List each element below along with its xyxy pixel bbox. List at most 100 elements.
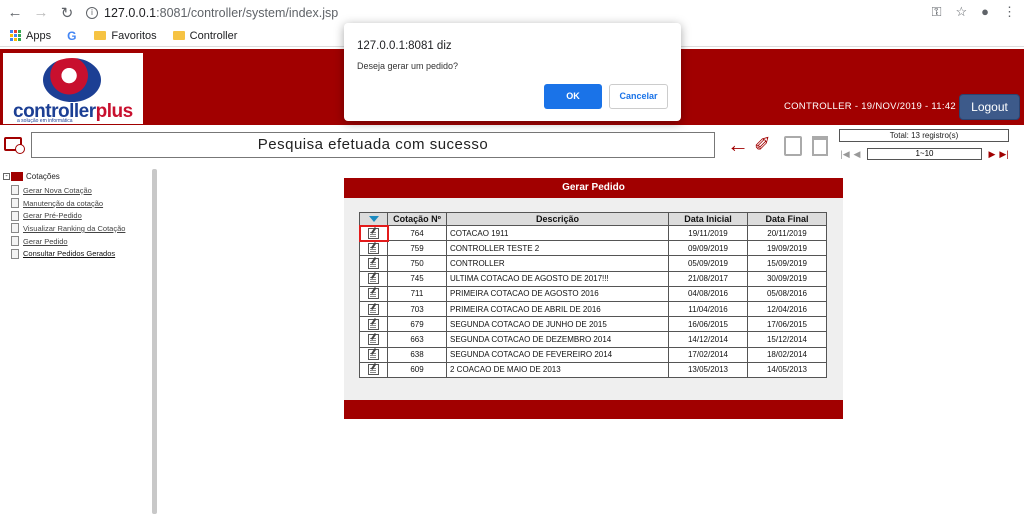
table-row[interactable]: 750 CONTROLLER 05/09/2019 15/09/2019 [359,255,827,272]
tree-root[interactable]: - Cotações [3,172,60,181]
table-row[interactable]: 745 ULTIMA COTACAO DE AGOSTO DE 2017!!! 21… [359,270,827,287]
star-icon[interactable]: ☆ [955,4,967,20]
row-action-cell[interactable] [359,346,388,363]
sidebar-item-visualizar-ranking[interactable]: Visualizar Ranking da Cotação [11,222,125,235]
bookmark-label: Favoritos [111,29,157,42]
edit-document-icon[interactable] [368,303,379,315]
row-action-cell[interactable] [359,270,388,287]
cotacao-description: PRIMEIRA COTACAO DE ABRIL DE 2016 [446,300,669,318]
save-icon[interactable] [784,136,802,156]
row-action-cell[interactable] [359,331,388,348]
reload-icon[interactable]: ↻ [56,4,78,22]
menu-dots-icon[interactable]: ⋮ [1003,4,1016,20]
key-icon[interactable]: ⚿ [932,4,942,20]
collapse-icon[interactable]: - [3,173,10,180]
edit-document-icon[interactable] [368,273,379,285]
apps-grid-icon [10,30,21,41]
edit-document-icon[interactable] [368,257,379,269]
row-action-cell[interactable] [359,361,388,378]
ok-button[interactable]: OK [544,84,602,109]
folder-icon [172,31,185,40]
table-row[interactable]: 663 SEGUNDA COTACAO DE DEZEMBRO 2014 14/12… [359,331,827,348]
dialog-title: 127.0.0.1:8081 diz [357,40,452,52]
row-action-cell[interactable] [359,285,388,302]
row-action-cell[interactable] [359,316,388,333]
pager: |◀ ◀ 1~10 ▶ ▶| [839,147,1024,161]
bookmark-apps[interactable]: Apps [10,30,51,42]
edit-document-icon[interactable] [368,318,379,330]
cotacao-table: Cotação Nº Descrição Data Inicial Data F… [358,212,827,378]
next-page-icon[interactable]: ▶ [986,149,998,160]
sidebar-scrollbar[interactable] [152,169,157,514]
gerar-pedido-panel: Gerar Pedido Cotação Nº Descrição Data I… [344,178,843,419]
column-header[interactable]: Cotação Nº [387,212,447,226]
row-action-cell[interactable] [358,224,389,242]
prev-page-icon[interactable]: ◀ [851,149,863,160]
cotacao-description: CONTROLLER [446,255,669,272]
sidebar-item-gerar-pre-pedido[interactable]: Gerar Pré-Pedido [11,209,125,222]
column-header[interactable]: Descrição [446,212,669,226]
document-icon [11,223,19,234]
column-header[interactable]: Data Final [747,212,827,226]
cotacao-description: ULTIMA COTACAO DE AGOSTO DE 2017!!! [446,270,669,287]
end-date: 15/12/2014 [747,331,827,348]
folder-icon [11,172,23,181]
logout-button[interactable]: Logout [959,94,1020,120]
table-row[interactable]: 638 SEGUNDA COTACAO DE FEVEREIRO 2014 17/0… [359,346,827,363]
sidebar-item-gerar-nova-cotacao[interactable]: Gerar Nova Cotação [11,184,125,197]
table-row[interactable]: 764 COTACAO 1911 19/11/2019 20/11/2019 [358,224,827,242]
bookmark-favoritos[interactable]: Favoritos [94,29,157,42]
cancel-button[interactable]: Cancelar [609,84,668,109]
edit-document-icon[interactable] [368,288,379,300]
edit-document-icon[interactable] [368,242,379,254]
cotacao-description: SEGUNDA COTACAO DE DEZEMBRO 2014 [446,331,669,348]
table-row[interactable]: 703 PRIMEIRA COTACAO DE ABRIL DE 2016 11/0… [359,300,827,318]
browser-toolbar: ← → ↻ i 127.0.0.1:8081/controller/system… [0,0,1024,25]
edit-document-icon[interactable] [368,364,379,376]
table-row[interactable]: 609 2 COACAO DE MAIO DE 2013 13/05/2013 14/… [359,361,827,378]
confirm-dialog: 127.0.0.1:8081 diz Deseja gerar um pedid… [344,23,681,121]
broom-icon[interactable]: ✐ [754,133,771,157]
edit-document-icon[interactable] [368,349,379,361]
end-date: 17/06/2015 [747,316,827,333]
folder-remove-icon[interactable] [4,137,25,154]
trash-icon[interactable] [812,136,828,156]
table-row[interactable]: 679 SEGUNDA COTACAO DE JUNHO DE 2015 16/06… [359,316,827,333]
info-icon[interactable]: i [86,6,98,19]
page-indicator: 1~10 [867,148,982,160]
edit-document-icon[interactable] [368,333,379,345]
edit-document-icon[interactable] [368,227,379,239]
row-action-cell[interactable] [359,300,388,318]
end-date: 30/09/2019 [747,270,827,287]
account-icon[interactable]: ● [981,4,989,20]
forward-arrow-icon[interactable]: → [30,4,52,21]
sidebar-item-gerar-pedido[interactable]: Gerar Pedido [11,235,125,248]
document-icon [11,185,19,196]
first-page-icon[interactable]: |◀ [839,149,851,160]
header-info: CONTROLLER - 19/NOV/2019 - 11:42 [783,101,956,112]
back-arrow-icon[interactable]: ← [4,4,26,21]
url-host: 127.0.0.1 [104,5,157,20]
tree-root-label: Cotações [26,172,60,181]
row-action-cell[interactable] [359,240,388,257]
table-header-row: Cotação Nº Descrição Data Inicial Data F… [359,212,827,226]
table-row[interactable]: 759 CONTROLLER TESTE 2 09/09/2019 19/09/201… [359,240,827,257]
column-header[interactable]: Data Inicial [668,212,748,226]
cotacao-number: 703 [387,300,447,318]
sort-down-icon[interactable] [368,216,379,222]
cotacao-number: 764 [387,224,447,242]
start-date: 04/08/2016 [668,285,748,302]
table-row[interactable]: 711 PRIMEIRA COTACAO DE AGOSTO 2016 04/08/… [359,285,827,302]
sidebar-item-manutencao-cotacao[interactable]: Manutenção da cotação [11,197,125,210]
back-arrow-icon[interactable]: ← [727,133,749,157]
row-action-cell[interactable] [359,255,388,272]
bookmark-label: Controller [189,29,238,42]
bookmark-controller[interactable]: Controller [172,29,238,42]
cotacao-number: 759 [387,240,447,257]
sort-header[interactable] [359,212,388,226]
last-page-icon[interactable]: ▶| [998,149,1010,160]
bookmark-google[interactable]: G [67,29,78,43]
panel-title: Gerar Pedido [344,178,843,198]
address-bar[interactable]: i 127.0.0.1:8081/controller/system/index… [86,6,338,20]
sidebar-item-consultar-pedidos[interactable]: Consultar Pedidos Gerados [11,247,125,260]
